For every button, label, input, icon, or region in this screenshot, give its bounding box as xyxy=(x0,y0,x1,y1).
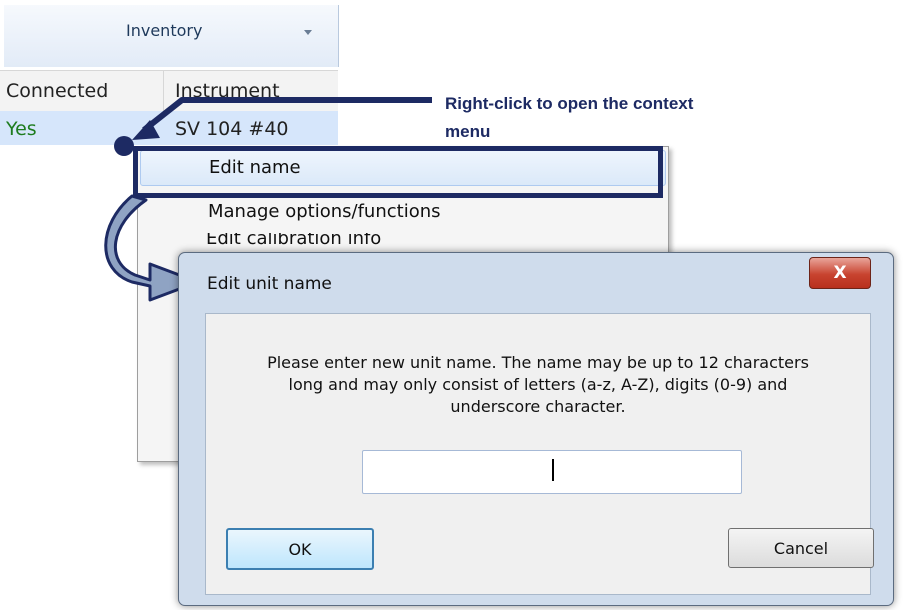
unit-name-input[interactable] xyxy=(362,450,742,494)
cancel-button-label: Cancel xyxy=(773,538,829,558)
callout-arrow xyxy=(142,97,432,133)
close-icon: X xyxy=(833,263,847,283)
text-caret xyxy=(552,459,554,481)
edit-unit-name-dialog: Edit unit name X Please enter new unit n… xyxy=(178,252,894,606)
ok-button-label: OK xyxy=(288,539,312,559)
message-line: Please enter new unit name. The name may… xyxy=(267,353,809,372)
message-line: underscore character. xyxy=(450,397,626,416)
close-button[interactable]: X xyxy=(809,257,871,289)
cancel-button[interactable]: Cancel xyxy=(728,528,874,568)
dialog-message: Please enter new unit name. The name may… xyxy=(206,352,870,418)
ok-button[interactable]: OK xyxy=(226,528,374,570)
dialog-title: Edit unit name xyxy=(207,274,332,294)
dialog-body: Please enter new unit name. The name may… xyxy=(205,313,874,595)
click-point-icon xyxy=(114,136,134,156)
message-line: long and may only consist of letters (a-… xyxy=(288,375,788,394)
